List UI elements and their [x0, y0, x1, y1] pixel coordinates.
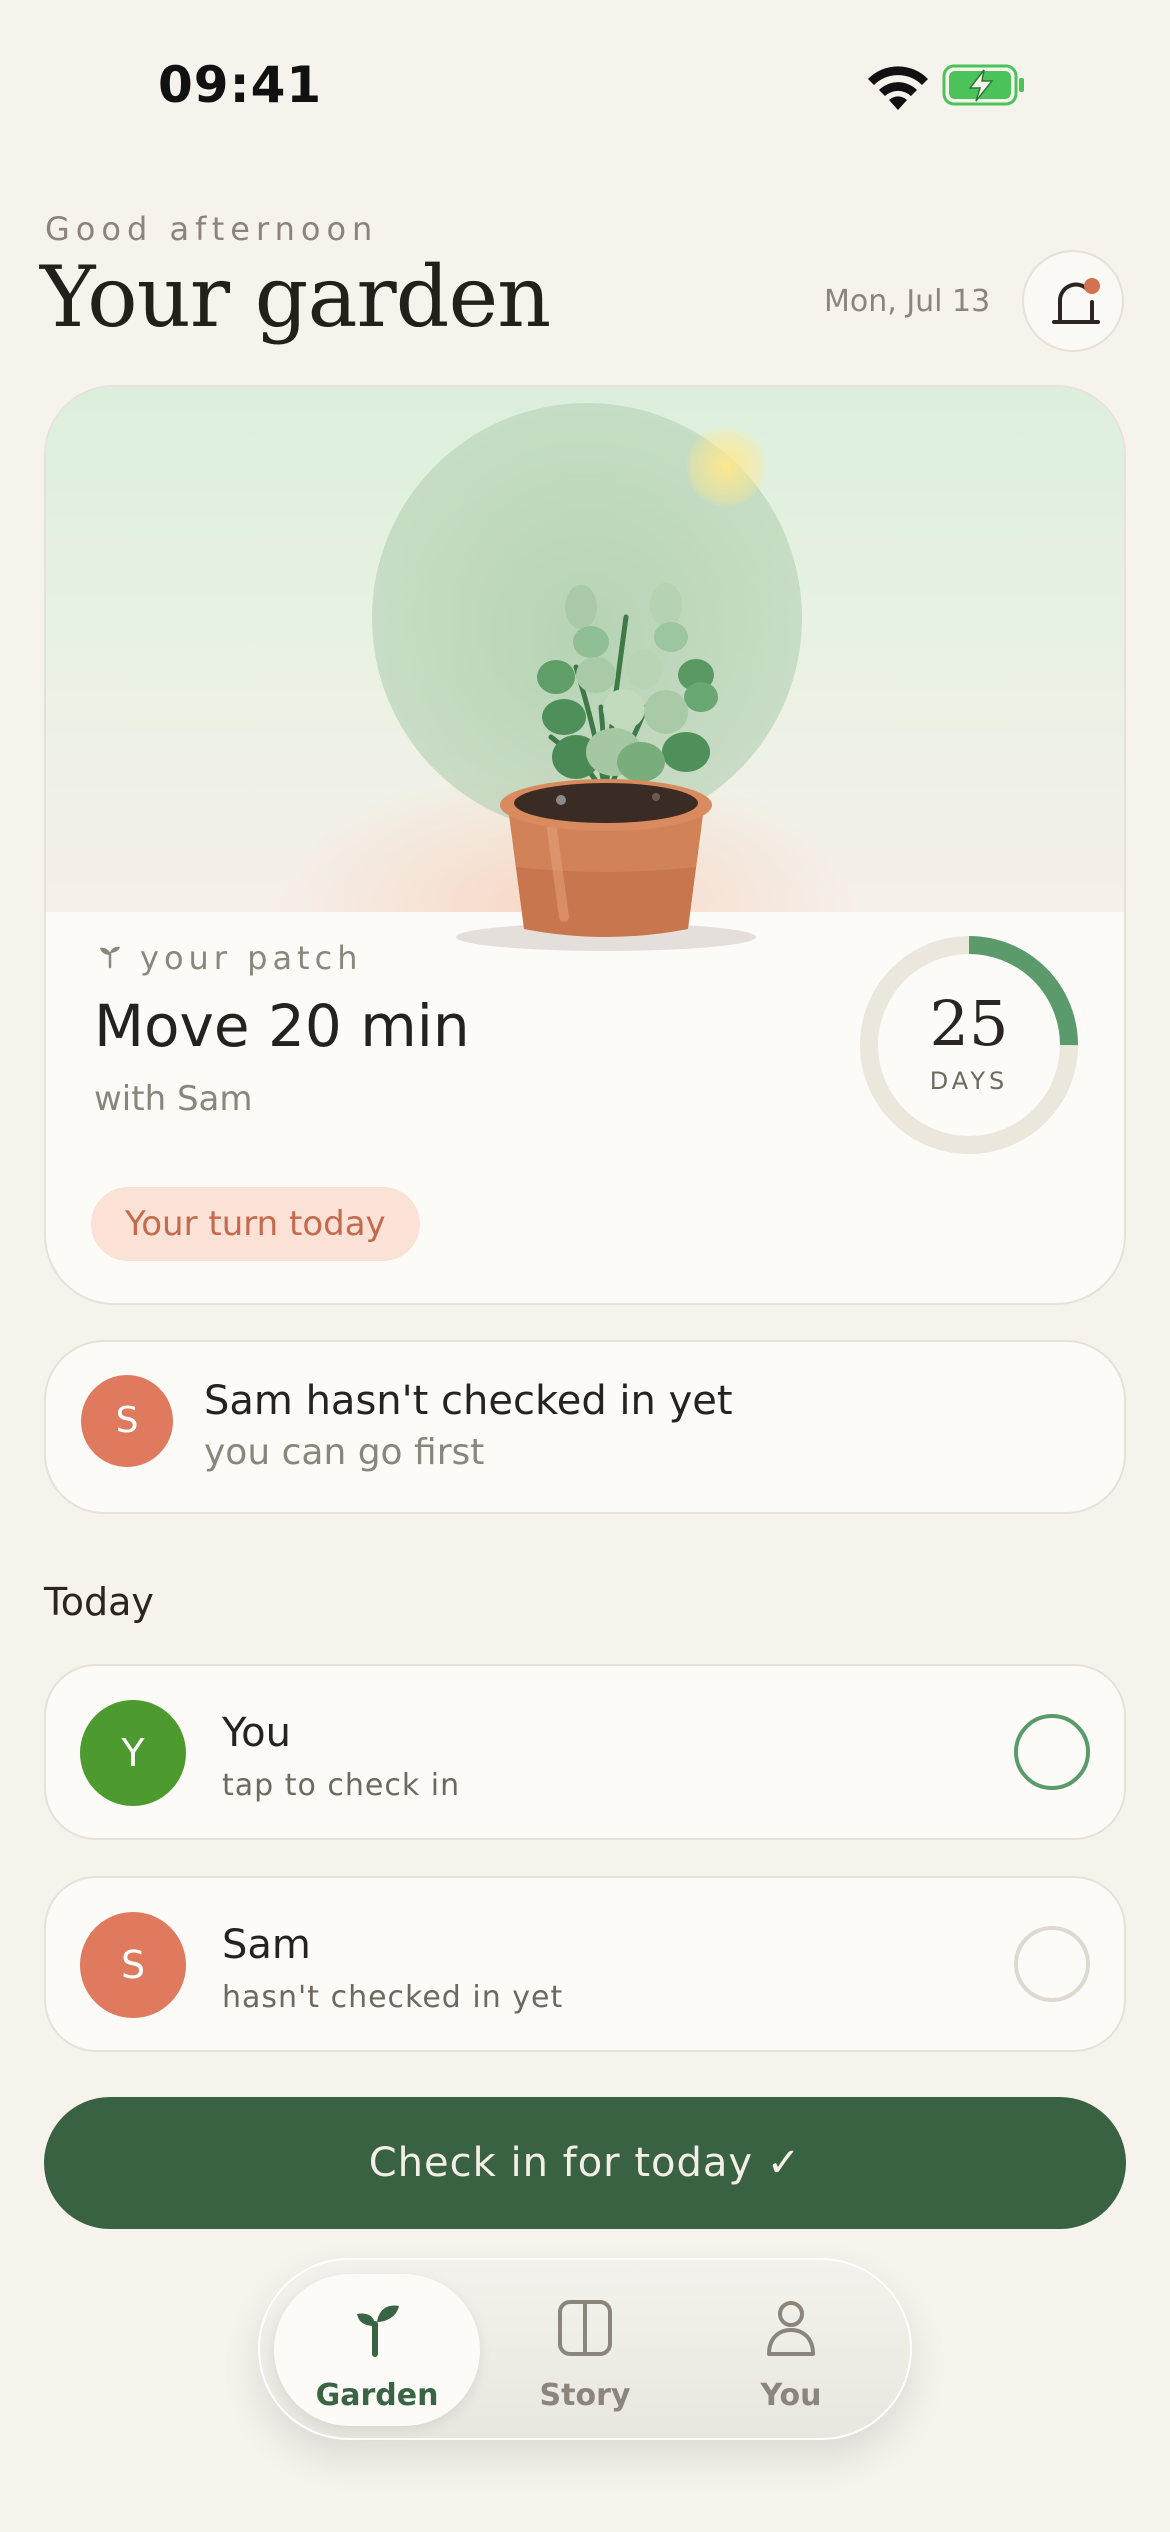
- sun-icon: [686, 427, 766, 507]
- member-name: You: [222, 1710, 291, 1756]
- greeting: Good afternoon: [45, 210, 379, 248]
- tab-you[interactable]: You: [688, 2274, 894, 2426]
- streak-unit: DAYS: [929, 1067, 1009, 1095]
- potted-plant-illustration: [456, 583, 756, 951]
- avatar: S: [80, 1912, 186, 2018]
- tab-label: You: [760, 2378, 822, 2413]
- notice-title: Sam hasn't checked in yet: [204, 1378, 733, 1424]
- tab-label: Story: [539, 2378, 631, 2413]
- tab-bar: Garden Story You: [258, 2258, 912, 2440]
- checkin-row-you[interactable]: Y You tap to check in: [44, 1664, 1126, 1840]
- notifications-button[interactable]: [1022, 250, 1124, 352]
- partner-status-card: S Sam hasn't checked in yet you can go f…: [44, 1340, 1126, 1514]
- current-date: Mon, Jul 13: [824, 284, 991, 319]
- battery-charging-icon: [942, 64, 1024, 106]
- member-name: Sam: [222, 1922, 311, 1968]
- sprout-icon: [357, 2305, 399, 2357]
- check-in-button[interactable]: Check in for today ✓: [44, 2097, 1126, 2229]
- sprout-small-icon: [100, 946, 120, 969]
- habit-name: Move 20 min: [94, 992, 470, 1060]
- streak-count: 25: [929, 987, 1009, 1060]
- wifi-icon: [868, 66, 928, 110]
- notice-subtitle: you can go first: [204, 1432, 485, 1473]
- section-heading-today: Today: [44, 1580, 154, 1624]
- member-status: tap to check in: [222, 1768, 461, 1803]
- checkin-indicator: [1014, 1926, 1090, 2002]
- avatar: S: [81, 1375, 173, 1467]
- turn-badge: Your turn today: [91, 1187, 420, 1261]
- tab-story[interactable]: Story: [482, 2274, 688, 2426]
- garden-scene: [46, 387, 1124, 951]
- status-time: 09:41: [158, 56, 323, 114]
- member-status: hasn't checked in yet: [222, 1980, 564, 2015]
- book-icon: [558, 2300, 612, 2356]
- patch-label: your patch: [140, 939, 363, 977]
- tab-garden[interactable]: Garden: [274, 2274, 480, 2426]
- person-icon: [767, 2301, 815, 2356]
- unread-dot: [1084, 278, 1100, 294]
- bell-icon: [1052, 278, 1100, 324]
- page-title: Your garden: [40, 248, 551, 346]
- habit-partner: with Sam: [94, 1079, 253, 1119]
- avatar: Y: [80, 1700, 186, 1806]
- tab-label: Garden: [315, 2378, 439, 2413]
- checkin-row-sam: S Sam hasn't checked in yet: [44, 1876, 1126, 2052]
- checkin-toggle[interactable]: [1014, 1714, 1090, 1790]
- patch-card[interactable]: your patch Move 20 min with Sam Your tur…: [44, 385, 1126, 1305]
